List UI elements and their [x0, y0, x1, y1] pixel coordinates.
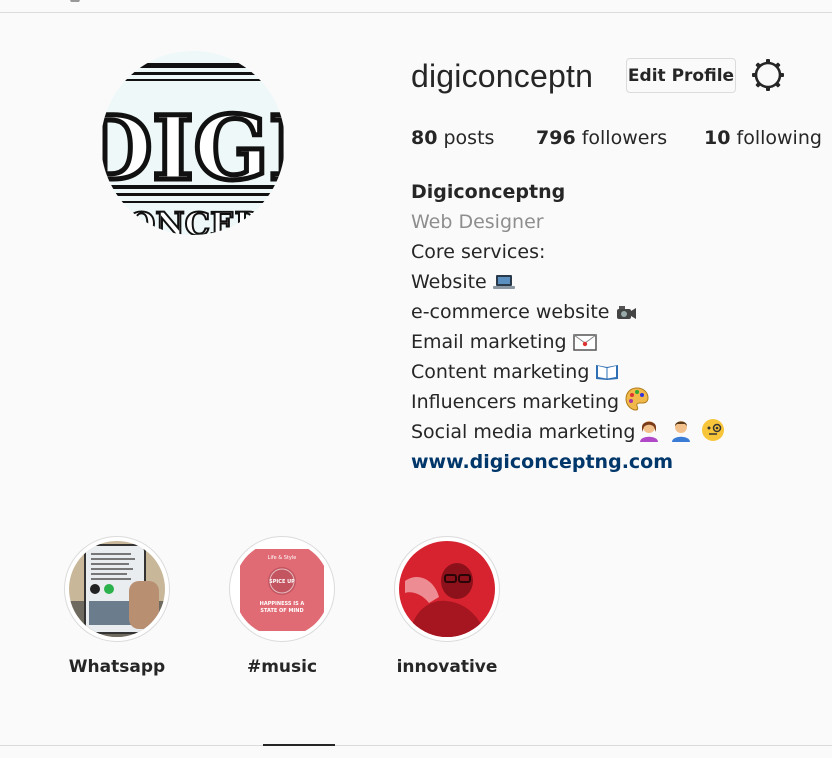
posts-label: posts	[443, 127, 495, 149]
bio-name: Digiconceptng	[411, 181, 566, 203]
posts-stat: 80 posts	[411, 127, 494, 149]
following-stat[interactable]: 10 following	[704, 127, 822, 149]
bio-line-social: Social media marketing	[411, 417, 725, 447]
highlight-whatsapp[interactable]: Whatsapp	[64, 536, 170, 677]
envelope-emoji	[572, 334, 597, 351]
monocle-face-emoji	[702, 419, 725, 441]
active-tab-indicator[interactable]	[263, 744, 335, 746]
bio-line-content: Content marketing	[411, 357, 725, 387]
top-clipped-icon	[70, 0, 86, 2]
top-divider	[0, 12, 832, 13]
profile-bio: Digiconceptng Web Designer Core services…	[411, 177, 725, 477]
avatar-text-top: DIGI	[101, 96, 285, 200]
open-book-emoji	[596, 365, 619, 380]
highlight-thumbnail: Life & Style SPICE UP HAPPINESS IS A STA…	[234, 541, 330, 637]
avatar-logo-image: DIGI ONCEP	[101, 51, 285, 235]
palette-emoji	[625, 387, 649, 411]
highlight-ring[interactable]	[64, 536, 170, 642]
man-emoji	[672, 421, 691, 442]
bio-line: Core services:	[411, 241, 546, 263]
music-thumb-line1: HAPPINESS IS A	[260, 601, 305, 607]
followers-stat[interactable]: 796 followers	[536, 127, 667, 149]
highlight-label: innovative	[396, 657, 498, 677]
posts-count: 80	[411, 127, 438, 149]
camera-emoji	[616, 306, 636, 319]
tabs-divider	[0, 745, 832, 746]
edit-profile-button[interactable]: Edit Profile	[626, 58, 736, 93]
bio-line-ecommerce: e-commerce website	[411, 297, 725, 327]
followers-count: 796	[536, 127, 576, 149]
bio-line-email: Email marketing	[411, 327, 725, 357]
music-thumb-line2: STATE OF MIND	[260, 608, 303, 614]
bio-category: Web Designer	[411, 211, 544, 233]
highlight-thumbnail	[69, 541, 165, 637]
music-thumb-top: Life & Style	[268, 555, 297, 561]
music-thumb-badge: SPICE UP	[269, 579, 295, 585]
settings-gear-icon[interactable]	[751, 58, 785, 92]
profile-username: digiconceptn	[411, 58, 594, 94]
followers-label: followers	[581, 127, 668, 149]
bio-website-link[interactable]: www.digiconceptng.com	[411, 447, 725, 477]
highlight-label: #music	[246, 657, 318, 677]
laptop-emoji	[492, 275, 515, 289]
highlight-ring[interactable]	[394, 536, 500, 642]
highlight-thumbnail	[399, 541, 495, 637]
bio-line-website: Website	[411, 267, 725, 297]
bio-line-influencers: Influencers marketing	[411, 387, 725, 417]
profile-avatar[interactable]: DIGI ONCEP	[101, 51, 285, 235]
highlight-music[interactable]: Life & Style SPICE UP HAPPINESS IS A STA…	[229, 536, 335, 677]
following-count: 10	[704, 127, 731, 149]
woman-emoji	[640, 421, 659, 442]
following-label: following	[736, 127, 822, 149]
highlight-innovative[interactable]: innovative	[394, 536, 500, 677]
avatar-text-bottom: ONCEP	[127, 205, 258, 235]
highlight-ring[interactable]: Life & Style SPICE UP HAPPINESS IS A STA…	[229, 536, 335, 642]
highlight-label: Whatsapp	[68, 657, 166, 677]
